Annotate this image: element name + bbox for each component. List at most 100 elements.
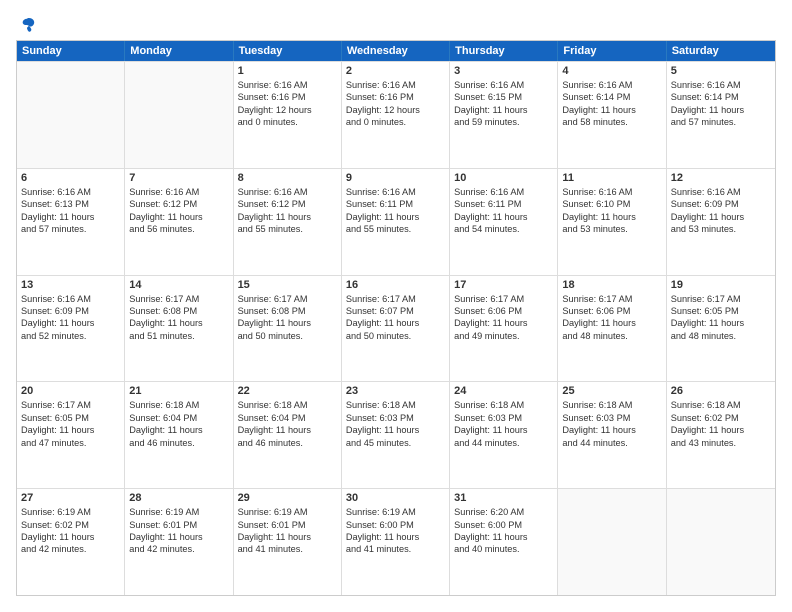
day-info: Sunrise: 6:18 AMSunset: 6:03 PMDaylight:… bbox=[454, 399, 553, 449]
logo-text bbox=[16, 16, 36, 34]
day-info: Sunrise: 6:16 AMSunset: 6:14 PMDaylight:… bbox=[671, 79, 771, 129]
page: SundayMondayTuesdayWednesdayThursdayFrid… bbox=[0, 0, 792, 612]
day-number: 3 bbox=[454, 65, 553, 77]
day-info: Sunrise: 6:18 AMSunset: 6:02 PMDaylight:… bbox=[671, 399, 771, 449]
cal-cell: 9Sunrise: 6:16 AMSunset: 6:11 PMDaylight… bbox=[342, 169, 450, 275]
cal-cell: 4 Sunrise: 6:16 AMSunset: 6:14 PMDaylight… bbox=[558, 62, 666, 168]
cal-cell: 23Sunrise: 6:18 AMSunset: 6:03 PMDayligh… bbox=[342, 382, 450, 488]
day-number: 19 bbox=[671, 279, 771, 291]
day-info: Sunrise: 6:16 AMSunset: 6:14 PMDaylight:… bbox=[562, 79, 661, 129]
day-info: Sunrise: 6:17 AMSunset: 6:05 PMDaylight:… bbox=[671, 293, 771, 343]
day-number: 12 bbox=[671, 172, 771, 184]
cal-cell: 2Sunrise: 6:16 AMSunset: 6:16 PMDaylight… bbox=[342, 62, 450, 168]
cal-cell: 20 Sunrise: 6:17 AMSunset: 6:05 PMDayligh… bbox=[17, 382, 125, 488]
cal-cell: 17Sunrise: 6:17 AMSunset: 6:06 PMDayligh… bbox=[450, 276, 558, 382]
cal-cell: 10 Sunrise: 6:16 AMSunset: 6:11 PMDayligh… bbox=[450, 169, 558, 275]
day-number: 24 bbox=[454, 385, 553, 397]
header-day-wednesday: Wednesday bbox=[342, 41, 450, 61]
day-number: 9 bbox=[346, 172, 445, 184]
day-info: Sunrise: 6:16 AMSunset: 6:16 PMDaylight:… bbox=[346, 79, 445, 129]
header-day-thursday: Thursday bbox=[450, 41, 558, 61]
logo bbox=[16, 16, 36, 30]
cal-cell: 16 Sunrise: 6:17 AMSunset: 6:07 PMDayligh… bbox=[342, 276, 450, 382]
cal-cell bbox=[558, 489, 666, 595]
calendar-body: 1 Sunrise: 6:16 AMSunset: 6:16 PMDaylight… bbox=[17, 61, 775, 595]
cal-cell bbox=[667, 489, 775, 595]
header-day-sunday: Sunday bbox=[17, 41, 125, 61]
cal-cell: 31Sunrise: 6:20 AMSunset: 6:00 PMDayligh… bbox=[450, 489, 558, 595]
cal-cell: 19 Sunrise: 6:17 AMSunset: 6:05 PMDayligh… bbox=[667, 276, 775, 382]
day-number: 15 bbox=[238, 279, 337, 291]
day-info: Sunrise: 6:17 AMSunset: 6:06 PMDaylight:… bbox=[562, 293, 661, 343]
header-day-saturday: Saturday bbox=[667, 41, 775, 61]
day-info: Sunrise: 6:17 AMSunset: 6:08 PMDaylight:… bbox=[238, 293, 337, 343]
cal-cell: 14 Sunrise: 6:17 AMSunset: 6:08 PMDayligh… bbox=[125, 276, 233, 382]
cal-cell: 13 Sunrise: 6:16 AMSunset: 6:09 PMDayligh… bbox=[17, 276, 125, 382]
day-info: Sunrise: 6:16 AMSunset: 6:16 PMDaylight:… bbox=[238, 79, 337, 129]
cal-cell: 12 Sunrise: 6:16 AMSunset: 6:09 PMDayligh… bbox=[667, 169, 775, 275]
day-info: Sunrise: 6:16 AMSunset: 6:12 PMDaylight:… bbox=[238, 186, 337, 236]
day-number: 25 bbox=[562, 385, 661, 397]
header-day-tuesday: Tuesday bbox=[234, 41, 342, 61]
cal-week-4: 20 Sunrise: 6:17 AMSunset: 6:05 PMDayligh… bbox=[17, 381, 775, 488]
cal-cell: 30 Sunrise: 6:19 AMSunset: 6:00 PMDayligh… bbox=[342, 489, 450, 595]
day-number: 20 bbox=[21, 385, 120, 397]
day-number: 30 bbox=[346, 492, 445, 504]
cal-cell: 22Sunrise: 6:18 AMSunset: 6:04 PMDayligh… bbox=[234, 382, 342, 488]
day-number: 8 bbox=[238, 172, 337, 184]
day-info: Sunrise: 6:16 AMSunset: 6:09 PMDaylight:… bbox=[671, 186, 771, 236]
cal-cell: 18 Sunrise: 6:17 AMSunset: 6:06 PMDayligh… bbox=[558, 276, 666, 382]
day-info: Sunrise: 6:17 AMSunset: 6:05 PMDaylight:… bbox=[21, 399, 120, 449]
day-info: Sunrise: 6:17 AMSunset: 6:06 PMDaylight:… bbox=[454, 293, 553, 343]
cal-cell: 26 Sunrise: 6:18 AMSunset: 6:02 PMDayligh… bbox=[667, 382, 775, 488]
calendar-header: SundayMondayTuesdayWednesdayThursdayFrid… bbox=[17, 41, 775, 61]
cal-cell bbox=[125, 62, 233, 168]
cal-cell: 24 Sunrise: 6:18 AMSunset: 6:03 PMDayligh… bbox=[450, 382, 558, 488]
cal-cell: 3 Sunrise: 6:16 AMSunset: 6:15 PMDaylight… bbox=[450, 62, 558, 168]
cal-week-5: 27 Sunrise: 6:19 AMSunset: 6:02 PMDayligh… bbox=[17, 488, 775, 595]
cal-week-2: 6 Sunrise: 6:16 AMSunset: 6:13 PMDaylight… bbox=[17, 168, 775, 275]
cal-cell: 25Sunrise: 6:18 AMSunset: 6:03 PMDayligh… bbox=[558, 382, 666, 488]
day-number: 29 bbox=[238, 492, 337, 504]
day-info: Sunrise: 6:17 AMSunset: 6:07 PMDaylight:… bbox=[346, 293, 445, 343]
day-info: Sunrise: 6:16 AMSunset: 6:11 PMDaylight:… bbox=[454, 186, 553, 236]
day-number: 16 bbox=[346, 279, 445, 291]
day-info: Sunrise: 6:16 AMSunset: 6:09 PMDaylight:… bbox=[21, 293, 120, 343]
day-number: 1 bbox=[238, 65, 337, 77]
day-number: 11 bbox=[562, 172, 661, 184]
cal-cell: 8 Sunrise: 6:16 AMSunset: 6:12 PMDaylight… bbox=[234, 169, 342, 275]
day-number: 4 bbox=[562, 65, 661, 77]
cal-cell: 7Sunrise: 6:16 AMSunset: 6:12 PMDaylight… bbox=[125, 169, 233, 275]
day-info: Sunrise: 6:19 AMSunset: 6:02 PMDaylight:… bbox=[21, 506, 120, 556]
cal-week-3: 13 Sunrise: 6:16 AMSunset: 6:09 PMDayligh… bbox=[17, 275, 775, 382]
cal-cell: 6 Sunrise: 6:16 AMSunset: 6:13 PMDaylight… bbox=[17, 169, 125, 275]
day-number: 13 bbox=[21, 279, 120, 291]
cal-week-1: 1 Sunrise: 6:16 AMSunset: 6:16 PMDaylight… bbox=[17, 61, 775, 168]
day-number: 5 bbox=[671, 65, 771, 77]
day-info: Sunrise: 6:19 AMSunset: 6:00 PMDaylight:… bbox=[346, 506, 445, 556]
day-number: 6 bbox=[21, 172, 120, 184]
header bbox=[16, 16, 776, 30]
day-number: 18 bbox=[562, 279, 661, 291]
day-number: 14 bbox=[129, 279, 228, 291]
cal-cell: 5 Sunrise: 6:16 AMSunset: 6:14 PMDaylight… bbox=[667, 62, 775, 168]
cal-cell: 15 Sunrise: 6:17 AMSunset: 6:08 PMDayligh… bbox=[234, 276, 342, 382]
day-number: 27 bbox=[21, 492, 120, 504]
cal-cell: 1 Sunrise: 6:16 AMSunset: 6:16 PMDaylight… bbox=[234, 62, 342, 168]
day-number: 31 bbox=[454, 492, 553, 504]
cal-cell: 28Sunrise: 6:19 AMSunset: 6:01 PMDayligh… bbox=[125, 489, 233, 595]
day-number: 7 bbox=[129, 172, 228, 184]
calendar: SundayMondayTuesdayWednesdayThursdayFrid… bbox=[16, 40, 776, 596]
day-info: Sunrise: 6:17 AMSunset: 6:08 PMDaylight:… bbox=[129, 293, 228, 343]
header-day-monday: Monday bbox=[125, 41, 233, 61]
day-info: Sunrise: 6:18 AMSunset: 6:04 PMDaylight:… bbox=[238, 399, 337, 449]
cal-cell: 11Sunrise: 6:16 AMSunset: 6:10 PMDayligh… bbox=[558, 169, 666, 275]
day-number: 28 bbox=[129, 492, 228, 504]
day-number: 26 bbox=[671, 385, 771, 397]
day-info: Sunrise: 6:18 AMSunset: 6:04 PMDaylight:… bbox=[129, 399, 228, 449]
day-number: 10 bbox=[454, 172, 553, 184]
day-number: 21 bbox=[129, 385, 228, 397]
day-info: Sunrise: 6:16 AMSunset: 6:15 PMDaylight:… bbox=[454, 79, 553, 129]
cal-cell: 29Sunrise: 6:19 AMSunset: 6:01 PMDayligh… bbox=[234, 489, 342, 595]
day-info: Sunrise: 6:16 AMSunset: 6:13 PMDaylight:… bbox=[21, 186, 120, 236]
